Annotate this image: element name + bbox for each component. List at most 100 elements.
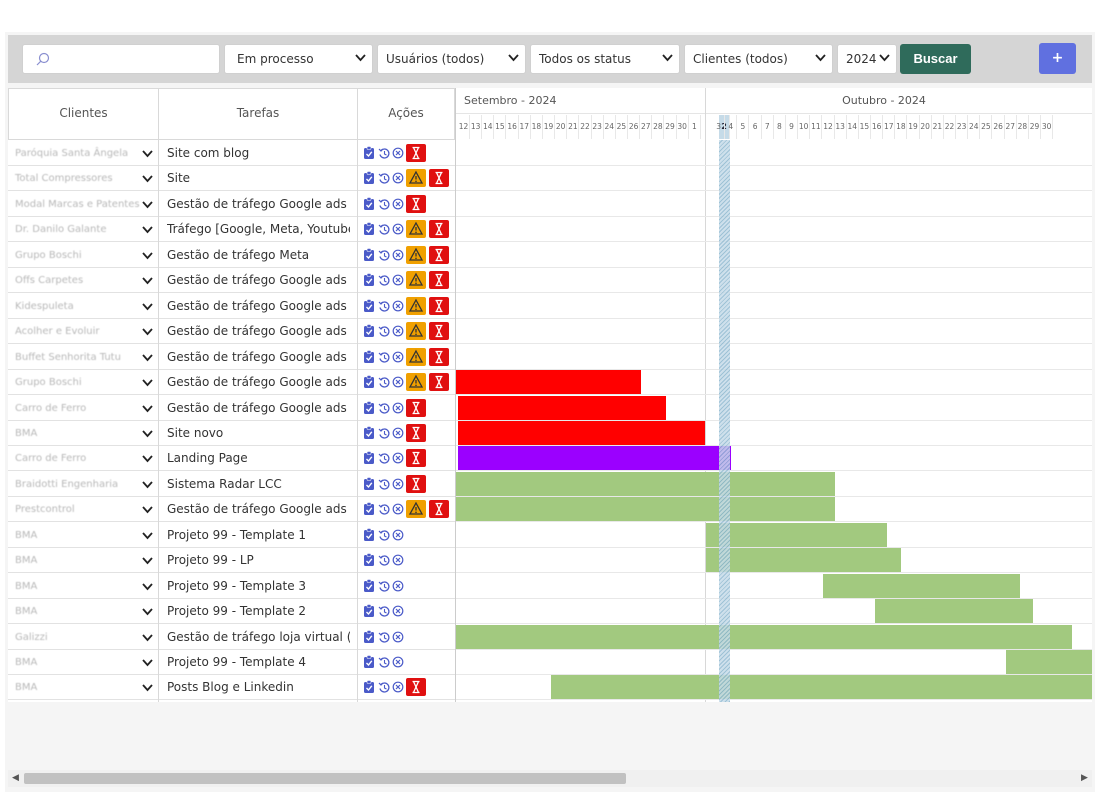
table-row[interactable]: Acolher e Evoluir Gestão de tráfego Googl…	[8, 319, 455, 345]
task-name[interactable]: Gestão de tráfego Google ads	[167, 396, 350, 421]
cancel-icon[interactable]	[392, 197, 404, 211]
cancel-icon[interactable]	[392, 502, 404, 516]
client-select[interactable]: BMA	[15, 421, 143, 446]
hourglass-icon[interactable]	[406, 678, 426, 697]
clipboard-check-icon[interactable]	[363, 451, 375, 465]
chevron-down-icon[interactable]	[142, 430, 153, 438]
table-row[interactable]: BMA Projeto 99 - Template 4	[8, 650, 455, 675]
history-icon[interactable]	[378, 426, 390, 440]
clipboard-check-icon[interactable]	[363, 553, 375, 567]
clipboard-check-icon[interactable]	[363, 197, 375, 211]
chevron-down-icon[interactable]	[142, 404, 153, 413]
chevron-down-icon[interactable]	[142, 583, 153, 591]
table-row[interactable]: Buffet Senhorita Tutu Gestão de tráfego G…	[8, 345, 455, 370]
client-select[interactable]: BMA	[15, 650, 143, 675]
chevron-down-icon[interactable]	[142, 353, 153, 362]
chevron-down-icon[interactable]	[142, 481, 153, 489]
table-row[interactable]: BMA Projeto 99 - LP	[8, 548, 455, 574]
cancel-icon[interactable]	[392, 299, 404, 313]
history-icon[interactable]	[378, 171, 390, 185]
task-name[interactable]: Projeto 99 - LP	[167, 548, 350, 573]
client-select[interactable]: BMA	[15, 548, 143, 573]
history-icon[interactable]	[378, 579, 390, 593]
table-row[interactable]: Kidespuleta Gestão de tráfego Google ads	[8, 294, 455, 319]
search-input[interactable]	[22, 44, 220, 74]
chevron-down-icon[interactable]	[142, 608, 153, 616]
clipboard-check-icon[interactable]	[363, 426, 375, 440]
hourglass-icon[interactable]	[429, 271, 449, 290]
table-row[interactable]: BMA Projeto 99 - Template 3	[8, 574, 455, 599]
chevron-down-icon[interactable]	[142, 201, 153, 209]
history-icon[interactable]	[378, 401, 390, 415]
history-icon[interactable]	[378, 146, 390, 160]
task-name[interactable]: Gestão de tráfego loja virtual (Mercado …	[167, 625, 350, 650]
table-row[interactable]: Carro de Ferro Landing Page	[8, 446, 455, 472]
cancel-icon[interactable]	[392, 222, 404, 236]
warning-icon[interactable]	[406, 500, 426, 519]
gantt-bar[interactable]	[456, 497, 836, 522]
client-select[interactable]: BMA	[15, 599, 143, 624]
chevron-down-icon[interactable]	[142, 277, 153, 285]
history-icon[interactable]	[378, 350, 390, 364]
client-select[interactable]: BMA	[15, 675, 143, 700]
client-select[interactable]: Buffet Senhorita Tutu	[15, 345, 143, 370]
table-row[interactable]: Dr. Danilo Galante Tráfego [Google, Meta,…	[8, 217, 455, 243]
clipboard-check-icon[interactable]	[363, 247, 375, 262]
task-name[interactable]: Projeto 99 - Template 2	[167, 599, 350, 624]
clipboard-check-icon[interactable]	[363, 222, 375, 236]
client-select[interactable]: Grupo Boschi	[15, 370, 143, 395]
gantt-bar[interactable]	[822, 573, 1020, 598]
table-row[interactable]: Grupo Boschi Gestão de tráfego Meta	[8, 243, 455, 268]
warning-icon[interactable]	[406, 271, 426, 290]
history-icon[interactable]	[378, 324, 390, 338]
client-select[interactable]: Carro de Ferro	[15, 446, 143, 471]
cancel-icon[interactable]	[392, 680, 404, 694]
hourglass-icon[interactable]	[429, 373, 449, 392]
chevron-down-icon[interactable]	[142, 684, 153, 692]
history-icon[interactable]	[378, 553, 390, 567]
all-status-select[interactable]: Todos os status	[530, 44, 680, 74]
task-name[interactable]: Gestão de tráfego Google ads	[167, 294, 350, 319]
task-name[interactable]: Gestão de tráfego Google ads	[167, 268, 350, 293]
cancel-icon[interactable]	[392, 604, 404, 618]
history-icon[interactable]	[378, 375, 390, 389]
history-icon[interactable]	[378, 248, 390, 262]
table-row[interactable]: Modal Marcas e Patentes Gestão de tráfego…	[8, 192, 455, 217]
clipboard-check-icon[interactable]	[363, 527, 375, 542]
hourglass-icon[interactable]	[406, 474, 426, 493]
task-name[interactable]: Gestão de tráfego Google ads	[167, 345, 350, 370]
hourglass-icon[interactable]	[406, 398, 426, 417]
history-icon[interactable]	[378, 222, 390, 236]
cancel-icon[interactable]	[392, 171, 404, 185]
clipboard-check-icon[interactable]	[363, 349, 375, 364]
hourglass-icon[interactable]	[429, 245, 449, 264]
chevron-down-icon[interactable]	[142, 455, 153, 463]
hourglass-icon[interactable]	[429, 500, 449, 519]
cancel-icon[interactable]	[392, 273, 404, 287]
task-name[interactable]: Site com blog	[167, 141, 350, 166]
table-row[interactable]: Braidotti Engenharia Sistema Radar LCC	[8, 472, 455, 497]
client-select[interactable]: BMA	[15, 574, 143, 599]
task-name[interactable]: Projeto 99 - Template 3	[167, 574, 350, 599]
gantt-bar[interactable]	[456, 471, 836, 496]
cancel-icon[interactable]	[392, 630, 404, 644]
history-icon[interactable]	[378, 197, 390, 211]
chevron-down-icon[interactable]	[142, 659, 153, 667]
gantt-bar[interactable]	[458, 446, 731, 471]
history-icon[interactable]	[378, 273, 390, 287]
client-select[interactable]: Total Compressores	[15, 166, 143, 191]
gantt-bar[interactable]	[456, 624, 1072, 649]
chevron-down-icon[interactable]	[142, 633, 153, 642]
search-button[interactable]: Buscar	[900, 44, 971, 74]
add-task-button[interactable]: +	[1039, 43, 1076, 74]
chevron-down-icon[interactable]	[142, 226, 153, 234]
table-row[interactable]: Paróquia Santa Ângela Site com blog	[8, 141, 455, 166]
table-row[interactable]: BMA Posts Blog e Linkedin	[8, 675, 455, 701]
gantt-bar[interactable]	[458, 420, 706, 445]
client-select[interactable]: Braidotti Engenharia	[15, 472, 143, 497]
cancel-icon[interactable]	[392, 350, 404, 364]
chevron-down-icon[interactable]	[142, 252, 153, 260]
hourglass-icon[interactable]	[406, 423, 426, 442]
cancel-icon[interactable]	[392, 477, 404, 491]
warning-icon[interactable]	[406, 347, 426, 366]
